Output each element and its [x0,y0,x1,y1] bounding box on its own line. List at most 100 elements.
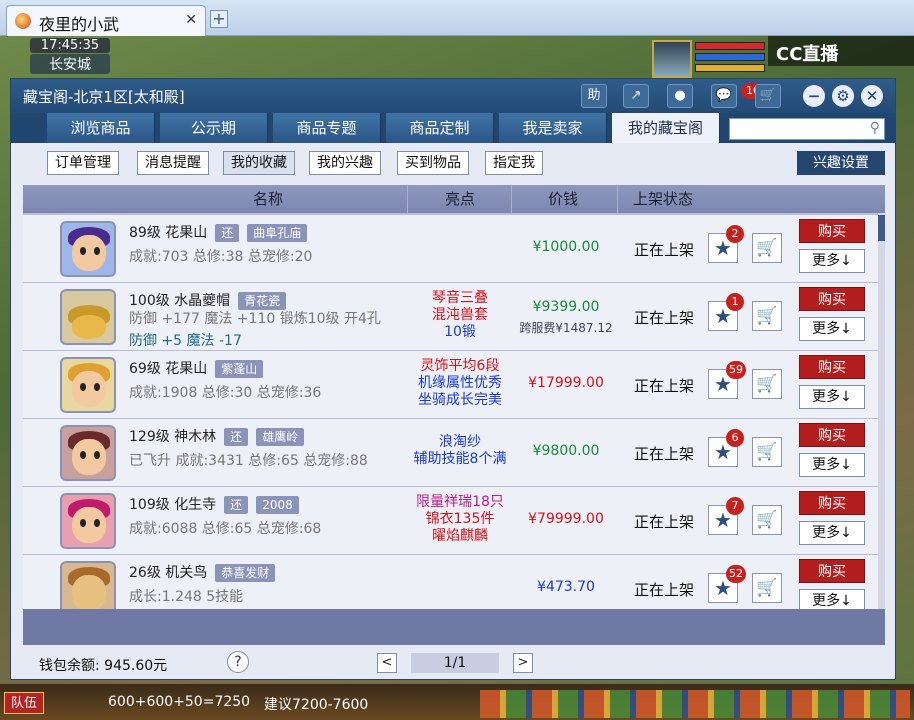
table-row[interactable]: 100级 水晶夔帽 青花瓷 防御 +177 魔法 +110 锻炼10级 开4孔 防… [23,283,878,351]
buy-button[interactable]: 购买 [799,355,865,379]
table-row[interactable]: 129级 神木林还雄鹰岭 已飞升 成就:3431 总修:65 总宠修:88 浪淘… [23,419,878,487]
more-button[interactable]: 更多↓ [799,385,865,409]
return-tag: 还 [215,224,240,242]
close-tab-icon[interactable]: ✕ [185,12,197,28]
window-titlebar: 藏宝阁-北京1区[太和殿] 助 ↗ ● 💬 10 🛒 − ⚙ ✕ [11,79,895,113]
scrollbar-thumb[interactable] [878,215,885,241]
character-avatar [60,221,116,277]
highlight-line: 混沌兽套 [432,307,488,323]
col-divider [407,185,408,213]
item-details: 成就:1908 总修:30 总宠修:36 [129,385,322,401]
share-icon[interactable]: ↗ [623,84,649,108]
add-cart-icon[interactable]: 🛒 [752,301,782,331]
server-tag: 恭喜发财 [215,564,276,582]
chat-input[interactable]: 600+600+50=7250 [108,694,250,714]
highlight-line: 曜焰麒麟 [432,528,488,544]
more-button[interactable]: 更多↓ [799,317,865,341]
anger-bar [695,64,765,72]
avatar-eye [94,247,100,255]
add-cart-icon[interactable]: 🛒 [752,437,782,467]
page-indicator: 1/1 [411,653,499,673]
player-portrait[interactable] [652,40,692,78]
purchased-button[interactable]: 买到物品 [397,151,469,175]
favorite-count: 52 [726,565,746,583]
col-status: 上架状态 [632,190,693,208]
tab-public[interactable]: 公示期 [160,113,268,143]
buy-button[interactable]: 购买 [799,559,865,583]
highlight-line: 浪淘纱 [439,434,481,450]
messages-button[interactable]: 消息提醒 [137,151,209,175]
buy-button[interactable]: 购买 [799,219,865,243]
tab-topics[interactable]: 商品专题 [273,113,381,143]
orders-button[interactable]: 订单管理 [47,151,119,175]
item-price: ¥79999.00 [528,511,604,527]
game-location: 长安城 [30,54,110,74]
return-tag: 还 [224,428,249,446]
item-status: 正在上架 [633,377,694,395]
wallet-balance: 钱包余额: 945.60元 [39,658,168,674]
more-button[interactable]: 更多↓ [799,521,865,545]
window-title: 藏宝阁-北京1区[太和殿] [23,88,185,106]
item-level-name: 100级 水晶夔帽 [129,293,231,309]
search-input[interactable]: ⚲ [729,118,885,140]
favorite-count: 7 [726,497,744,515]
prev-page-button[interactable]: < [377,653,397,673]
add-cart-icon[interactable]: 🛒 [752,369,782,399]
item-details: 成长:1.248 5技能 [129,589,244,605]
buy-button[interactable]: 购买 [799,423,865,447]
favorites-button[interactable]: 我的收藏 [223,151,295,175]
table-row[interactable]: 109级 化生寺还 2008 成就:6088 总修:65 总宠修:68 限量祥瑞1… [23,487,878,555]
favorite-count: 1 [726,293,744,311]
favorite-count: 2 [726,225,744,243]
next-page-button[interactable]: > [513,653,533,673]
tab-seller[interactable]: 我是卖家 [499,113,607,143]
col-divider [511,185,512,213]
table-scrollbar[interactable] [878,213,885,609]
item-level-name: 26级 机关鸟 [129,565,208,581]
help-button[interactable]: 助 [581,84,607,108]
site-favicon-icon [15,13,31,29]
item-level-name: 89级 花果山 [129,225,208,241]
favorites-table: 名称 亮点 价钱 上架状态 89级 花果山还曲阜孔庙 成就:703 总修:38 … [23,185,885,645]
sub-nav: 订单管理 消息提醒 我的收藏 我的兴趣 买到物品 指定我 兴趣设置 [11,143,895,183]
more-button[interactable]: 更多↓ [799,453,865,477]
avatar-eye [94,519,100,527]
mp-bar [695,53,765,61]
add-cart-icon[interactable]: 🛒 [752,505,782,535]
stream-watermark: CC直播 [768,36,914,66]
close-window-icon[interactable]: ✕ [861,85,883,107]
item-details: 成就:6088 总修:65 总宠修:68 [129,521,322,537]
avatar-face [72,575,106,611]
new-tab-button[interactable]: + [210,10,228,28]
chat-icon[interactable]: 💬 [711,84,737,108]
interests-button[interactable]: 我的兴趣 [309,151,381,175]
help-icon[interactable]: ? [227,651,249,673]
search-icon[interactable]: ⚲ [870,120,880,136]
interest-settings-button[interactable]: 兴趣设置 [797,151,885,175]
table-row[interactable]: 69级 花果山 紫蓬山 成就:1908 总修:30 总宠修:36 灵饰平均6段 机… [23,351,878,419]
add-cart-icon[interactable]: 🛒 [752,573,782,603]
browser-tab[interactable]: 夜里的小武 ✕ [6,5,206,36]
buy-button[interactable]: 购买 [799,491,865,515]
cart-icon[interactable]: 🛒 [755,84,781,108]
minimize-icon[interactable]: − [803,85,825,107]
team-button[interactable]: 队伍 [4,692,44,714]
more-button[interactable]: 更多↓ [799,249,865,273]
return-tag: 还 [224,496,249,514]
tab-browse[interactable]: 浏览商品 [47,113,155,143]
tab-custom[interactable]: 商品定制 [386,113,494,143]
table-row[interactable]: 89级 花果山还曲阜孔庙 成就:703 总修:38 总宠修:20 ¥1000.0… [23,215,878,283]
settings-gear-icon[interactable]: ⚙ [832,85,854,107]
avatar-eye [80,383,86,391]
add-cart-icon[interactable]: 🛒 [752,233,782,263]
favorite-count: 6 [726,429,744,447]
record-icon[interactable]: ● [667,84,693,108]
designated-button[interactable]: 指定我 [485,151,543,175]
highlight-line: 灵饰平均6段 [420,358,500,374]
game-hud-bar: 队伍 600+600+50=7250 建议7200-7600 [0,684,914,720]
game-clock: 17:45:35 [30,38,110,53]
highlight-line: 限量祥瑞18只 [416,494,504,510]
tab-my-pavilion[interactable]: 我的藏宝阁 [612,113,720,143]
skill-shortcut-icons[interactable] [480,690,910,718]
buy-button[interactable]: 购买 [799,287,865,311]
